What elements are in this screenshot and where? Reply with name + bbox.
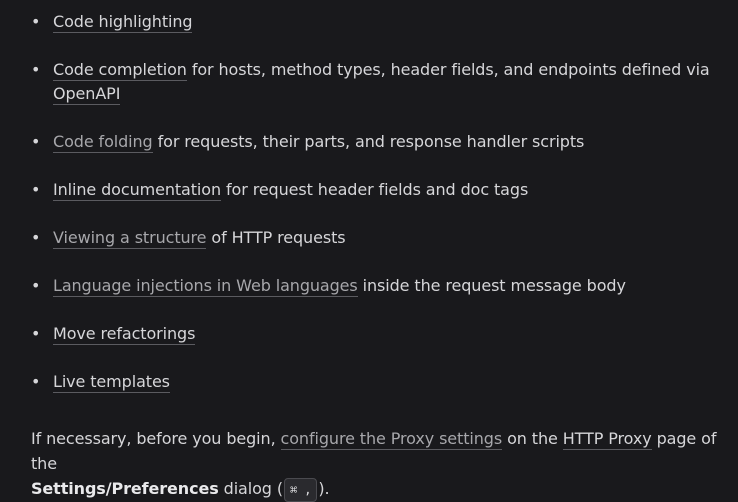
list-item: • Code completion for hosts, method type… xyxy=(31,58,723,106)
bullet: • xyxy=(31,180,41,199)
shortcut-key: ⌘ , xyxy=(283,477,318,502)
list-item-text: for hosts, method types, header fields, … xyxy=(186,60,710,79)
paragraph-mid: on the xyxy=(502,429,563,448)
viewing-structure-link[interactable]: Viewing a structure xyxy=(53,228,207,249)
configure-proxy-link[interactable]: configure the Proxy settings xyxy=(280,429,502,450)
list-item-text: of HTTP requests xyxy=(206,228,346,247)
paragraph-dialog: dialog ( xyxy=(218,479,283,498)
code-completion-link[interactable]: Code completion xyxy=(53,60,187,81)
settings-preferences-label: Settings/Preferences xyxy=(31,479,219,498)
openapi-link[interactable]: OpenAPI xyxy=(53,84,120,105)
http-proxy-link[interactable]: HTTP Proxy xyxy=(562,429,652,450)
list-item: • Live templates xyxy=(31,370,723,394)
list-item: • Move refactorings xyxy=(31,322,723,346)
code-highlighting-link[interactable]: Code highlighting xyxy=(53,12,193,33)
list-item-text: inside the request message body xyxy=(357,276,626,295)
list-item: • Code folding for requests, their parts… xyxy=(31,130,723,154)
bullet: • xyxy=(31,324,41,343)
list-item-text: for requests, their parts, and response … xyxy=(152,132,585,151)
proxy-paragraph: If necessary, before you begin, configur… xyxy=(31,426,721,502)
list-item: • Inline documentation for request heade… xyxy=(31,178,723,202)
bullet: • xyxy=(31,276,41,295)
bullet: • xyxy=(31,132,41,151)
list-item: • Code highlighting xyxy=(31,10,723,34)
list-item: • Viewing a structure of HTTP requests xyxy=(31,226,723,250)
language-injections-link[interactable]: Language injections in Web languages xyxy=(53,276,358,297)
bullet: • xyxy=(31,372,41,391)
bullet: • xyxy=(31,228,41,247)
inline-documentation-link[interactable]: Inline documentation xyxy=(53,180,221,201)
list-item: • Language injections in Web languages i… xyxy=(31,274,723,298)
paragraph-close: ). xyxy=(318,479,330,498)
bullet: • xyxy=(31,60,41,79)
code-folding-link[interactable]: Code folding xyxy=(53,132,153,153)
documentation-content: • Code highlighting • Code completion fo… xyxy=(0,0,738,502)
list-item-text: for request header fields and doc tags xyxy=(221,180,529,199)
bullet: • xyxy=(31,12,41,31)
live-templates-link[interactable]: Live templates xyxy=(53,372,170,393)
move-refactorings-link[interactable]: Move refactorings xyxy=(53,324,195,345)
paragraph-intro: If necessary, before you begin, xyxy=(31,429,281,448)
